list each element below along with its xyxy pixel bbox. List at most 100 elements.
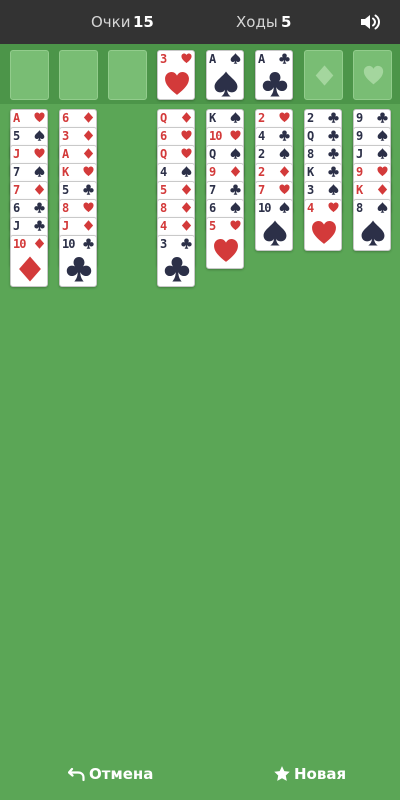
diamond-suit-icon [34, 238, 45, 249]
playing-card[interactable]: 10 [10, 235, 48, 287]
card-rank: 5 [13, 129, 20, 143]
card-rank: 8 [62, 201, 69, 215]
card-rank: K [209, 111, 216, 125]
diamond-suit-icon [315, 65, 334, 86]
heart-suit-icon [363, 65, 384, 85]
card-rank: 6 [13, 201, 20, 215]
playing-card[interactable]: 3 [157, 235, 195, 287]
playing-card[interactable]: 4 [304, 199, 342, 251]
new-game-button[interactable]: Новая [273, 764, 346, 784]
spade-suit-icon [328, 184, 339, 195]
heart-suit-icon [214, 239, 238, 262]
heart-suit-icon [181, 130, 192, 141]
playing-card[interactable]: 10 [59, 235, 97, 287]
heart-suit-icon [377, 166, 388, 177]
top-bar: Очки 15 Ходы 5 [0, 0, 400, 44]
playing-card[interactable]: 5 [206, 217, 244, 269]
empty-foundation[interactable] [304, 50, 343, 100]
spade-suit-icon [279, 148, 290, 159]
playing-card[interactable]: 8 [353, 199, 391, 251]
card-rank: 3 [160, 237, 167, 251]
heart-suit-icon [34, 148, 45, 159]
card-rank: K [307, 165, 314, 179]
bottom-bar: Отмена Новая [0, 750, 400, 800]
card-rank: 7 [209, 183, 216, 197]
undo-button[interactable]: Отмена [68, 764, 153, 784]
card-rank: 9 [356, 129, 363, 143]
playing-card[interactable]: 3 [157, 50, 195, 100]
club-suit-icon [164, 257, 190, 282]
spade-suit-icon [377, 202, 388, 213]
card-rank: 6 [209, 201, 216, 215]
heart-suit-icon [165, 72, 189, 95]
empty-freecell[interactable] [10, 50, 49, 100]
diamond-suit-icon [83, 220, 94, 231]
club-suit-icon [328, 130, 339, 141]
card-rank: 10 [62, 237, 75, 251]
club-suit-icon [328, 112, 339, 123]
card-rank: 4 [307, 201, 314, 215]
card-rank: 6 [62, 111, 69, 125]
heart-suit-icon [279, 112, 290, 123]
club-suit-icon [34, 202, 45, 213]
card-rank: 8 [160, 201, 167, 215]
card-rank: 10 [258, 201, 271, 215]
moves-value: 5 [281, 13, 292, 31]
score-label: Очки [91, 13, 131, 31]
card-rank: 4 [258, 129, 265, 143]
card-rank: 9 [356, 111, 363, 125]
spade-suit-icon [34, 130, 45, 141]
club-suit-icon [66, 257, 92, 282]
spade-suit-icon [181, 166, 192, 177]
card-rank: 8 [307, 147, 314, 161]
card-rank: 5 [62, 183, 69, 197]
card-rank: K [62, 165, 69, 179]
undo-arrow-icon [68, 767, 85, 782]
club-suit-icon [279, 53, 290, 64]
club-suit-icon [181, 238, 192, 249]
club-suit-icon [377, 112, 388, 123]
heart-suit-icon [34, 112, 45, 123]
playing-card[interactable]: A [255, 50, 293, 100]
card-rank: 7 [13, 165, 20, 179]
undo-label: Отмена [89, 765, 154, 783]
speaker-volume-icon[interactable] [358, 10, 382, 34]
card-rank: 9 [209, 165, 216, 179]
diamond-suit-icon [83, 130, 94, 141]
club-suit-icon [83, 238, 94, 249]
card-rank: A [62, 147, 69, 161]
playing-card[interactable]: A [206, 50, 244, 100]
empty-freecell[interactable] [108, 50, 147, 100]
heart-suit-icon [83, 202, 94, 213]
spade-suit-icon [361, 220, 385, 246]
club-suit-icon [230, 184, 241, 195]
spade-suit-icon [279, 202, 290, 213]
moves-label: Ходы [236, 13, 278, 31]
card-rank: 6 [160, 129, 167, 143]
diamond-suit-icon [230, 166, 241, 177]
spade-suit-icon [230, 112, 241, 123]
club-suit-icon [262, 72, 288, 97]
heart-suit-icon [181, 53, 192, 64]
heart-suit-icon [230, 130, 241, 141]
diamond-suit-icon [19, 256, 41, 282]
spade-suit-icon [263, 220, 287, 246]
card-rank: Q [160, 147, 167, 161]
empty-freecell[interactable] [59, 50, 98, 100]
diamond-suit-icon [377, 184, 388, 195]
card-rank: A [258, 52, 265, 66]
card-rank: 3 [307, 183, 314, 197]
club-suit-icon [34, 220, 45, 231]
heart-suit-icon [312, 221, 336, 244]
empty-foundation[interactable] [353, 50, 392, 100]
club-suit-icon [279, 130, 290, 141]
spade-suit-icon [230, 202, 241, 213]
spade-suit-icon [377, 130, 388, 141]
playing-card[interactable]: 10 [255, 199, 293, 251]
spade-suit-icon [230, 53, 241, 64]
card-rank: J [356, 147, 363, 161]
card-rank: 10 [209, 129, 222, 143]
heart-suit-icon [83, 166, 94, 177]
diamond-suit-icon [181, 220, 192, 231]
diamond-suit-icon [83, 112, 94, 123]
